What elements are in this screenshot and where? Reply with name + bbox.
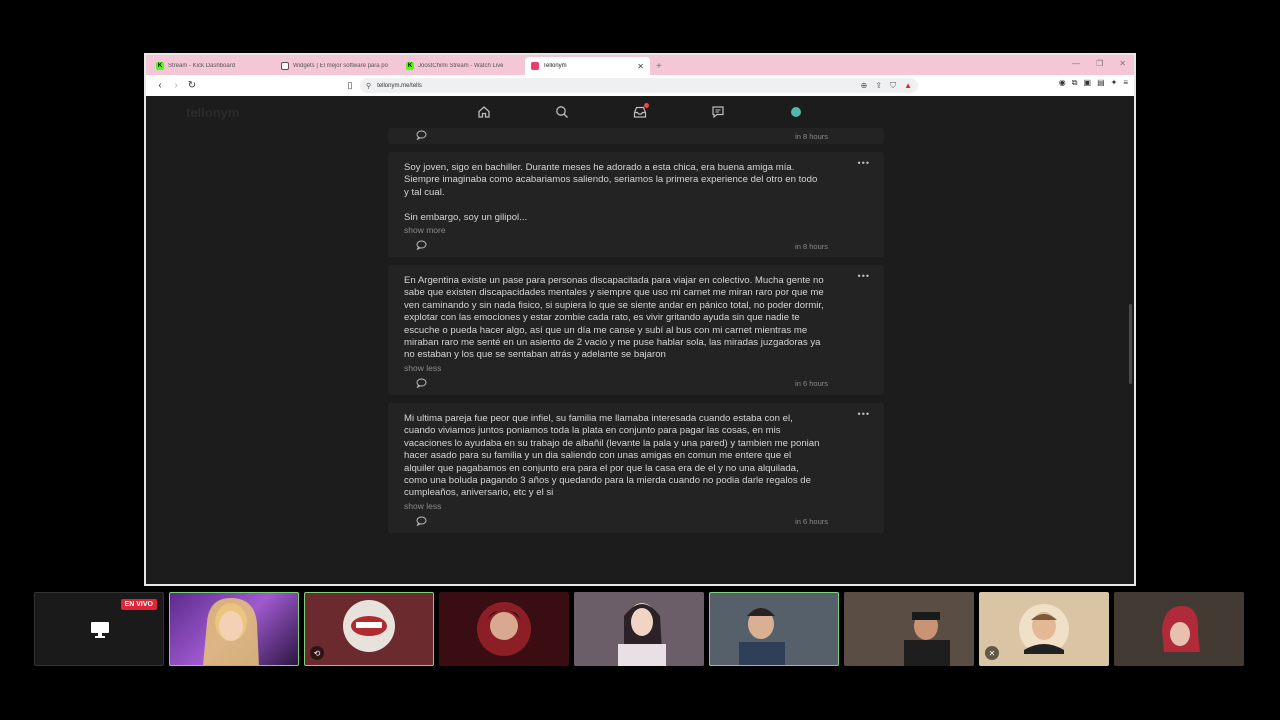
tab-title: Widgets | El mejor software para po <box>293 63 388 69</box>
tell-text: Soy joven, sigo en bachiller. Durante me… <box>404 162 818 223</box>
tell-time: in 8 hours <box>795 241 828 251</box>
sidebar-icon[interactable]: ▤ <box>1097 78 1105 88</box>
notification-dot <box>644 103 649 108</box>
show-less-link[interactable]: show less <box>404 501 868 511</box>
participant-strip: EN VIVO ⟲ ✕ <box>34 592 1244 666</box>
zoom-icon[interactable]: ⊕ <box>861 81 868 91</box>
tellonym-favicon-icon <box>531 62 539 70</box>
site-info-icon[interactable]: ⚲ <box>366 82 371 90</box>
toolbar-right: ◉ ⧉ ▣ ▤ ✦ ≡ <box>1059 78 1128 88</box>
address-bar[interactable]: ⚲ tellonym.me/tells ⊕ ⇪ ⛉ ▲ <box>360 78 918 93</box>
participant-tile-screen[interactable]: EN VIVO <box>34 592 164 666</box>
vpn-icon[interactable]: ◉ <box>1059 78 1066 88</box>
tell-card: ••• Mi ultima pareja fue peor que infiel… <box>388 402 884 533</box>
minimize-icon[interactable]: — <box>1072 59 1080 68</box>
participant-tile[interactable] <box>574 592 704 666</box>
participant-tile[interactable] <box>169 592 299 666</box>
brand-logo[interactable]: tellonym <box>186 105 239 120</box>
reload-icon[interactable]: ↻ <box>184 78 200 94</box>
tell-text: En Argentina existe un pase para persona… <box>404 275 827 361</box>
comment-icon[interactable] <box>416 240 427 252</box>
participant-tile[interactable] <box>709 592 839 666</box>
screen: K Stream - Kick Dashboard Widgets | El m… <box>0 0 1280 720</box>
tab-joostchimi-stream[interactable]: K JoostChimi Stream - Watch Live <box>400 57 525 75</box>
tells-feed: in 8 hours ••• Soy joven, sigo en bachil… <box>388 128 884 541</box>
url-text: tellonym.me/tells <box>377 82 422 89</box>
tab-tellonym[interactable]: Tellonym ✕ <box>525 57 650 75</box>
tell-time: in 8 hours <box>795 131 828 141</box>
wallet-icon[interactable]: ▣ <box>1084 78 1092 88</box>
show-more-link[interactable]: show more <box>404 225 868 235</box>
more-options-icon[interactable]: ••• <box>858 409 870 419</box>
participant-silhouette <box>203 598 259 666</box>
participant-tile[interactable]: ✕ <box>979 592 1109 666</box>
menu-icon[interactable]: ≡ <box>1123 78 1128 88</box>
profile-avatar[interactable] <box>788 104 804 120</box>
live-badge: EN VIVO <box>120 599 157 610</box>
tab-widgets[interactable]: Widgets | El mejor software para po <box>275 57 400 75</box>
brave-shield-icon[interactable]: ⛉ <box>890 81 896 91</box>
messages-icon[interactable] <box>710 104 726 120</box>
page-scrollbar[interactable] <box>1129 304 1132 384</box>
tab-title: JoostChimi Stream - Watch Live <box>418 63 504 69</box>
close-tab-icon[interactable]: ✕ <box>637 62 644 71</box>
participant-tile[interactable]: ⟲ <box>304 592 434 666</box>
tellonym-page: tellonym in 8 hours ••• Soy joven, sigo … <box>146 96 1134 584</box>
muted-mic-icon: ✕ <box>985 646 999 660</box>
tell-card: ••• En Argentina existe un pase para per… <box>388 265 884 395</box>
browser-window: K Stream - Kick Dashboard Widgets | El m… <box>144 53 1136 586</box>
tell-card: ••• Soy joven, sigo en bachiller. Durant… <box>388 152 884 258</box>
comment-icon[interactable] <box>416 130 427 142</box>
participant-video <box>709 592 839 666</box>
tell-time: in 6 hours <box>795 517 828 527</box>
comment-icon[interactable] <box>416 378 427 390</box>
tab-bar: K Stream - Kick Dashboard Widgets | El m… <box>146 55 1134 75</box>
search-icon[interactable] <box>554 104 570 120</box>
tab-title: Tellonym <box>543 63 567 69</box>
app-nav: tellonym <box>146 96 1134 128</box>
participant-video <box>1114 592 1244 666</box>
close-window-icon[interactable]: ✕ <box>1119 59 1126 68</box>
extensions-icon[interactable]: ⧉ <box>1072 78 1078 88</box>
comment-icon[interactable] <box>416 516 427 528</box>
tab-title: Stream - Kick Dashboard <box>168 63 236 69</box>
rewards-icon[interactable]: ▲ <box>904 81 912 91</box>
participant-tile[interactable] <box>1114 592 1244 666</box>
screen-icon: ⟲ <box>310 646 324 660</box>
tell-text: Mi ultima pareja fue peor que infiel, su… <box>404 412 823 499</box>
kick-favicon-icon: K <box>156 62 164 70</box>
participant-tile[interactable] <box>844 592 974 666</box>
more-options-icon[interactable]: ••• <box>858 271 870 281</box>
inbox-icon[interactable] <box>632 103 649 120</box>
home-icon[interactable] <box>476 104 492 120</box>
window-controls: — ❐ ✕ <box>1072 59 1126 68</box>
share-icon[interactable]: ⇪ <box>875 81 882 91</box>
bookmark-icon[interactable]: ▯ <box>342 78 358 94</box>
leo-icon[interactable]: ✦ <box>1111 78 1118 88</box>
forward-icon[interactable]: › <box>168 78 184 94</box>
tab-kick-dashboard[interactable]: K Stream - Kick Dashboard <box>150 57 275 75</box>
restore-icon[interactable]: ❐ <box>1096 59 1103 68</box>
tell-card: in 8 hours <box>388 128 884 144</box>
tell-time: in 6 hours <box>795 379 828 389</box>
screen-share-icon <box>91 622 109 638</box>
github-favicon-icon <box>281 62 289 70</box>
avatar-dot <box>791 107 801 117</box>
participant-video <box>574 592 704 666</box>
participant-video <box>844 592 974 666</box>
show-less-link[interactable]: show less <box>404 363 868 373</box>
browser-toolbar: ‹ › ↻ ▯ ⚲ tellonym.me/tells ⊕ ⇪ ⛉ ▲ ◉ ⧉ … <box>146 75 1134 96</box>
new-tab-button[interactable]: + <box>650 57 668 75</box>
participant-avatar-art <box>477 602 531 656</box>
back-icon[interactable]: ‹ <box>152 78 168 94</box>
participant-tile[interactable] <box>439 592 569 666</box>
more-options-icon[interactable]: ••• <box>858 158 870 168</box>
kick-favicon-icon: K <box>406 62 414 70</box>
